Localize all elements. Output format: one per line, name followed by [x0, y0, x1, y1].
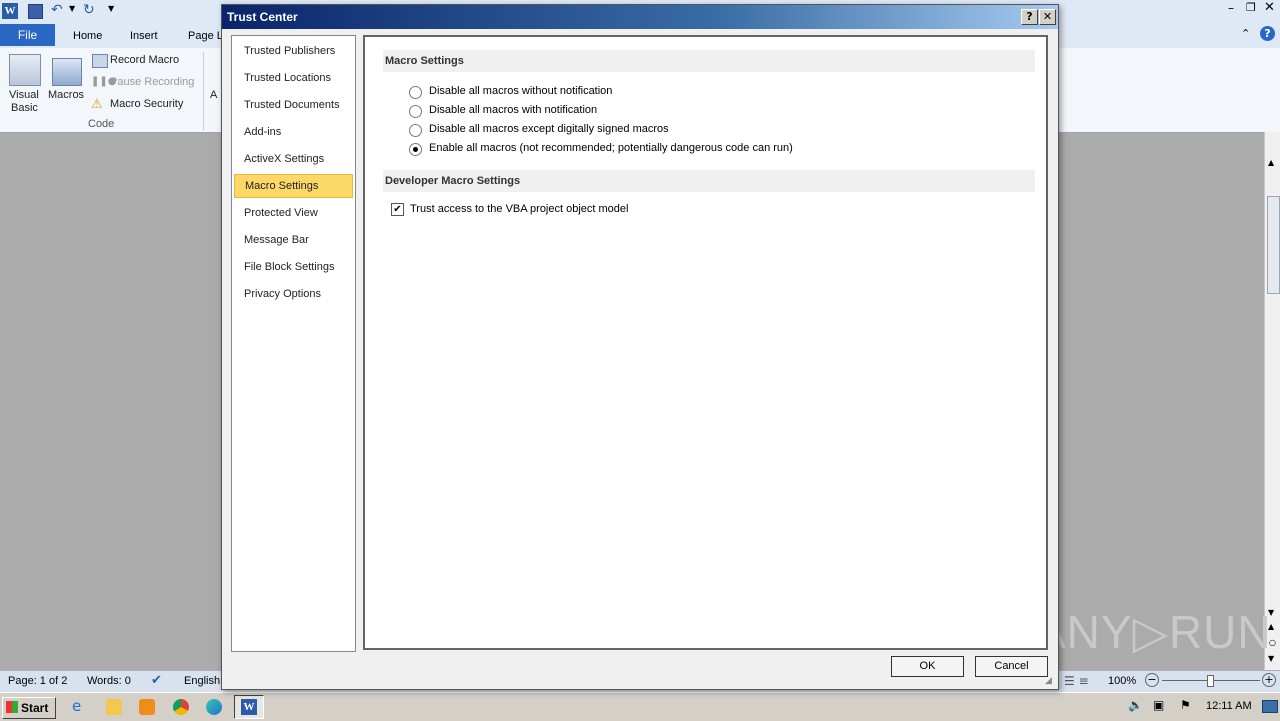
- dialog-title: Trust Center: [227, 10, 298, 24]
- word-app-icon[interactable]: W: [2, 3, 18, 19]
- undo-dropdown-icon[interactable]: ▼: [69, 4, 75, 13]
- network-icon[interactable]: ▣: [1153, 698, 1164, 712]
- customize-qat-icon[interactable]: ▼: [108, 4, 114, 13]
- macro-security-button[interactable]: Macro Security: [110, 98, 183, 110]
- record-macro-button[interactable]: Record Macro: [110, 54, 179, 66]
- radio-circle[interactable]: [409, 105, 422, 118]
- show-desktop-icon[interactable]: [1262, 700, 1278, 713]
- cancel-button[interactable]: Cancel: [975, 656, 1048, 677]
- ie-icon[interactable]: e: [72, 697, 88, 715]
- vertical-scrollbar[interactable]: ▲ ▼ ▲ ○ ▼: [1264, 132, 1280, 670]
- nav-trusted-documents[interactable]: Trusted Documents: [234, 93, 353, 117]
- tab-file[interactable]: File: [0, 24, 55, 46]
- taskbar: Start e W 🔈 ▣ ⚑ 12:11 AM: [0, 692, 1280, 721]
- edge-icon[interactable]: [206, 699, 222, 715]
- windows-logo-icon: [6, 701, 18, 713]
- radio-label[interactable]: Disable all macros without notification: [429, 85, 612, 97]
- word-taskbar-icon: W: [241, 699, 257, 715]
- trust-center-dialog: Trust Center ? ✕ Trusted Publishers Trus…: [221, 4, 1059, 690]
- macros-icon[interactable]: [52, 58, 82, 86]
- help-icon[interactable]: ?: [1260, 26, 1275, 41]
- dialog-help-button[interactable]: ?: [1021, 9, 1038, 25]
- macro-settings-panel: Macro Settings Disable all macros withou…: [363, 35, 1048, 650]
- zoom-out-icon[interactable]: −: [1145, 673, 1159, 687]
- minimize-icon[interactable]: –: [1228, 1, 1234, 15]
- redo-icon[interactable]: ↻: [83, 2, 95, 18]
- restore-icon[interactable]: ❐: [1246, 1, 1256, 14]
- view-buttons-icon[interactable]: ☰ ≡: [1064, 674, 1089, 688]
- nav-protected-view[interactable]: Protected View: [234, 201, 353, 225]
- nav-activex-settings[interactable]: ActiveX Settings: [234, 147, 353, 171]
- visual-basic-icon[interactable]: [9, 54, 41, 86]
- dialog-title-bar[interactable]: Trust Center ? ✕: [222, 5, 1058, 29]
- trust-center-nav: Trusted Publishers Trusted Locations Tru…: [231, 35, 356, 652]
- checkbox-label[interactable]: Trust access to the VBA project object m…: [410, 203, 628, 215]
- start-button[interactable]: Start: [2, 697, 56, 719]
- scroll-up-arrow-icon[interactable]: ▲: [1268, 158, 1274, 167]
- visual-basic-label-2[interactable]: Basic: [11, 102, 38, 114]
- media-player-icon[interactable]: [139, 699, 155, 715]
- checkbox-checked-icon[interactable]: ✔: [391, 203, 404, 216]
- flag-icon[interactable]: ⚑: [1180, 698, 1191, 712]
- chrome-icon[interactable]: [173, 699, 189, 715]
- close-window-icon[interactable]: ✕: [1264, 0, 1275, 15]
- anyrun-watermark: ANY▷RUN: [1035, 606, 1272, 658]
- explorer-icon[interactable]: [106, 699, 122, 715]
- nav-message-bar[interactable]: Message Bar: [234, 228, 353, 252]
- group-separator: [203, 52, 204, 130]
- tab-insert[interactable]: Insert: [130, 26, 158, 46]
- tab-page-layout[interactable]: Page L: [188, 26, 223, 46]
- nav-trusted-publishers[interactable]: Trusted Publishers: [234, 39, 353, 63]
- macros-label[interactable]: Macros: [48, 89, 84, 101]
- radio-circle-selected[interactable]: [409, 143, 422, 156]
- zoom-slider-thumb[interactable]: [1207, 675, 1214, 687]
- language-indicator[interactable]: English: [184, 675, 220, 687]
- nav-file-block-settings[interactable]: File Block Settings: [234, 255, 353, 279]
- resize-grip-icon[interactable]: ◢: [1045, 676, 1052, 686]
- group-label-code: Code: [88, 118, 115, 130]
- nav-trusted-locations[interactable]: Trusted Locations: [234, 66, 353, 90]
- minimize-ribbon-icon[interactable]: ⌃: [1241, 27, 1250, 40]
- record-macro-icon[interactable]: [92, 54, 108, 68]
- undo-icon[interactable]: ↶: [51, 2, 63, 18]
- radio-circle[interactable]: [409, 86, 422, 99]
- zoom-in-icon[interactable]: +: [1262, 673, 1276, 687]
- radio-label[interactable]: Disable all macros with notification: [429, 104, 597, 116]
- word-count[interactable]: Words: 0: [87, 675, 131, 687]
- tab-home[interactable]: Home: [73, 26, 102, 46]
- radio-label[interactable]: Enable all macros (not recommended; pote…: [429, 142, 793, 154]
- dialog-close-button[interactable]: ✕: [1039, 9, 1056, 25]
- page-indicator[interactable]: Page: 1 of 2: [8, 675, 67, 687]
- save-icon[interactable]: [28, 4, 43, 19]
- addins-partial-label[interactable]: A: [210, 89, 217, 101]
- radio-circle[interactable]: [409, 124, 422, 137]
- nav-add-ins[interactable]: Add-ins: [234, 120, 353, 144]
- visual-basic-label-1[interactable]: Visual: [9, 89, 39, 101]
- taskbar-word-button[interactable]: W: [234, 695, 264, 719]
- scroll-thumb[interactable]: [1267, 196, 1280, 294]
- radio-label[interactable]: Disable all macros except digitally sign…: [429, 123, 669, 135]
- start-label: Start: [21, 701, 49, 715]
- developer-macro-settings-header: Developer Macro Settings: [383, 170, 1035, 192]
- warning-icon: ⚠: [91, 97, 103, 112]
- clock[interactable]: 12:11 AM: [1206, 700, 1252, 712]
- nav-privacy-options[interactable]: Privacy Options: [234, 282, 353, 306]
- nav-macro-settings[interactable]: Macro Settings: [234, 174, 353, 198]
- macro-settings-header: Macro Settings: [383, 50, 1035, 72]
- proofing-icon[interactable]: ✔: [151, 673, 162, 688]
- zoom-level[interactable]: 100%: [1108, 675, 1136, 687]
- volume-icon[interactable]: 🔈: [1128, 698, 1143, 712]
- pause-recording-button: Pause Recording: [110, 76, 195, 88]
- ok-button[interactable]: OK: [891, 656, 964, 677]
